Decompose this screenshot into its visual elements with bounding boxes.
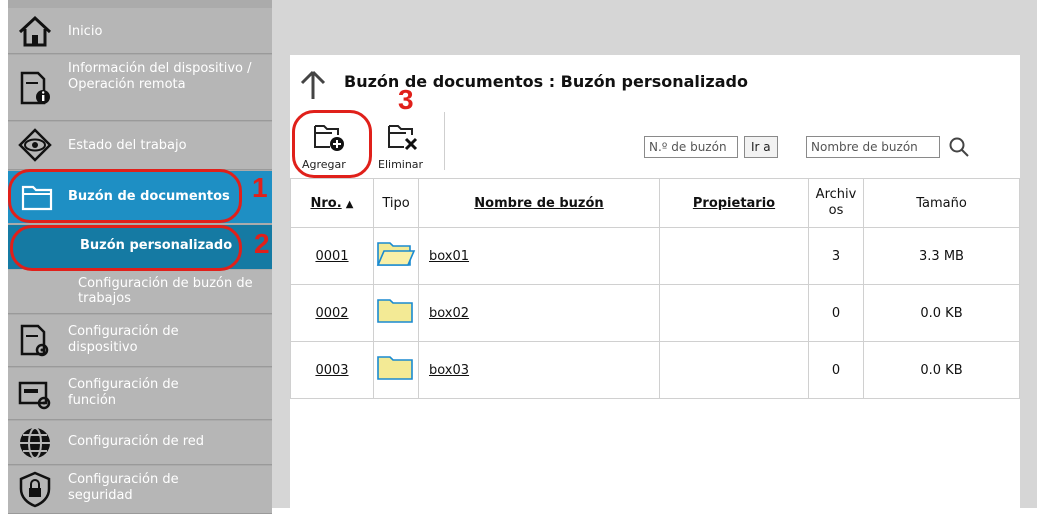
box-size: 0.0 KB <box>920 305 963 321</box>
folder-delete-icon <box>388 125 418 151</box>
annotation-number-2: 2 <box>254 228 270 259</box>
folder-closed-icon <box>377 356 413 380</box>
nav-item-device-info[interactable]: Información del dispositivo / Operación … <box>8 55 272 121</box>
nav-item-label: Configuración de seguridad <box>68 472 179 503</box>
box-size: 3.3 MB <box>919 248 964 264</box>
table-header-row: Nro. ▲ Tipo Nombre de buzón Propietario … <box>290 178 1020 228</box>
nav-item-network-settings[interactable]: Configuración de red <box>8 421 272 465</box>
box-name-link[interactable]: box01 <box>429 249 469 264</box>
table-row: 0003 box03 0 0.0 KB <box>290 341 1020 399</box>
nav-subitem-job-box-settings[interactable]: Configuración de buzón de trabajos <box>8 270 272 314</box>
sort-asc-icon: ▲ <box>345 198 354 210</box>
col-header-number[interactable]: Nro. ▲ <box>290 178 374 228</box>
annotation-ring-2 <box>10 225 242 271</box>
box-file-count: 0 <box>831 305 841 321</box>
go-to-button[interactable]: Ir a <box>744 136 778 158</box>
shield-lock-icon <box>19 471 51 508</box>
nav-item-label: Inicio <box>68 24 103 39</box>
table-row: 0002 box02 0 0.0 KB <box>290 284 1020 342</box>
nav-item-device-settings[interactable]: Configuración de dispositivo <box>8 315 272 367</box>
nav-item-label: Configuración de red <box>68 434 205 449</box>
box-name-placeholder: Nombre de buzón <box>811 140 918 154</box>
nav-item-job-status[interactable]: Estado del trabajo <box>8 122 272 170</box>
box-size: 0.0 KB <box>920 362 963 378</box>
nav-item-function-settings[interactable]: Configuración de función <box>8 368 272 420</box>
col-header-type: Tipo <box>373 178 419 228</box>
nav-item-label: Información del dispositivo / Operación … <box>68 61 252 92</box>
col-name-label: Nombre de buzón <box>474 195 604 211</box>
home-icon <box>18 15 52 47</box>
toolbar-divider <box>444 112 445 170</box>
search-icon[interactable] <box>948 136 970 158</box>
col-owner-label: Propietario <box>692 195 776 211</box>
up-arrow-icon[interactable] <box>300 70 326 100</box>
col-header-files: Archiv os <box>808 178 864 228</box>
delete-box-label: Eliminar <box>378 158 424 171</box>
table-row: 0001 box01 3 3.3 MB <box>290 227 1020 285</box>
folder-open-icon <box>376 242 416 266</box>
box-number-placeholder: N.º de buzón <box>649 140 727 154</box>
annotation-ring-1 <box>8 169 242 223</box>
box-table: Nro. ▲ Tipo Nombre de buzón Propietario … <box>290 178 1020 399</box>
annotation-number-3: 3 <box>398 84 414 115</box>
eye-icon <box>18 128 52 162</box>
annotation-ring-3 <box>292 110 372 178</box>
folder-closed-icon <box>377 299 413 323</box>
device-info-icon <box>20 71 50 105</box>
box-number-link[interactable]: 0003 <box>315 363 348 378</box>
function-settings-icon <box>18 381 51 410</box>
nav-item-security-settings[interactable]: Configuración de seguridad <box>8 466 272 514</box>
nav-item-label: Configuración de función <box>68 377 179 408</box>
box-file-count: 3 <box>831 248 841 264</box>
delete-box-button[interactable]: Eliminar <box>374 116 436 172</box>
box-file-count: 0 <box>831 362 841 378</box>
device-settings-icon <box>20 324 49 357</box>
box-number-input[interactable]: N.º de buzón <box>644 136 738 158</box>
col-number-label: Nro. <box>310 195 342 211</box>
nav-subitem-label: Configuración de buzón de trabajos <box>78 276 253 306</box>
box-number-link[interactable]: 0002 <box>315 306 348 321</box>
nav-item-inicio[interactable]: Inicio <box>8 8 272 54</box>
box-name-input[interactable]: Nombre de buzón <box>806 136 940 158</box>
col-size-label: Tamaño <box>916 195 967 211</box>
col-header-name[interactable]: Nombre de buzón <box>418 178 660 228</box>
globe-icon <box>20 427 50 459</box>
box-number-link[interactable]: 0001 <box>315 249 348 264</box>
col-header-size: Tamaño <box>863 178 1020 228</box>
col-files-label: Archiv os <box>815 187 857 218</box>
box-name-link[interactable]: box03 <box>429 363 469 378</box>
col-type-label: Tipo <box>382 195 410 211</box>
box-name-link[interactable]: box02 <box>429 306 469 321</box>
nav-item-label: Configuración de dispositivo <box>68 324 179 355</box>
col-header-owner[interactable]: Propietario <box>659 178 809 228</box>
annotation-number-1: 1 <box>252 172 268 203</box>
nav-item-label: Estado del trabajo <box>68 138 187 153</box>
